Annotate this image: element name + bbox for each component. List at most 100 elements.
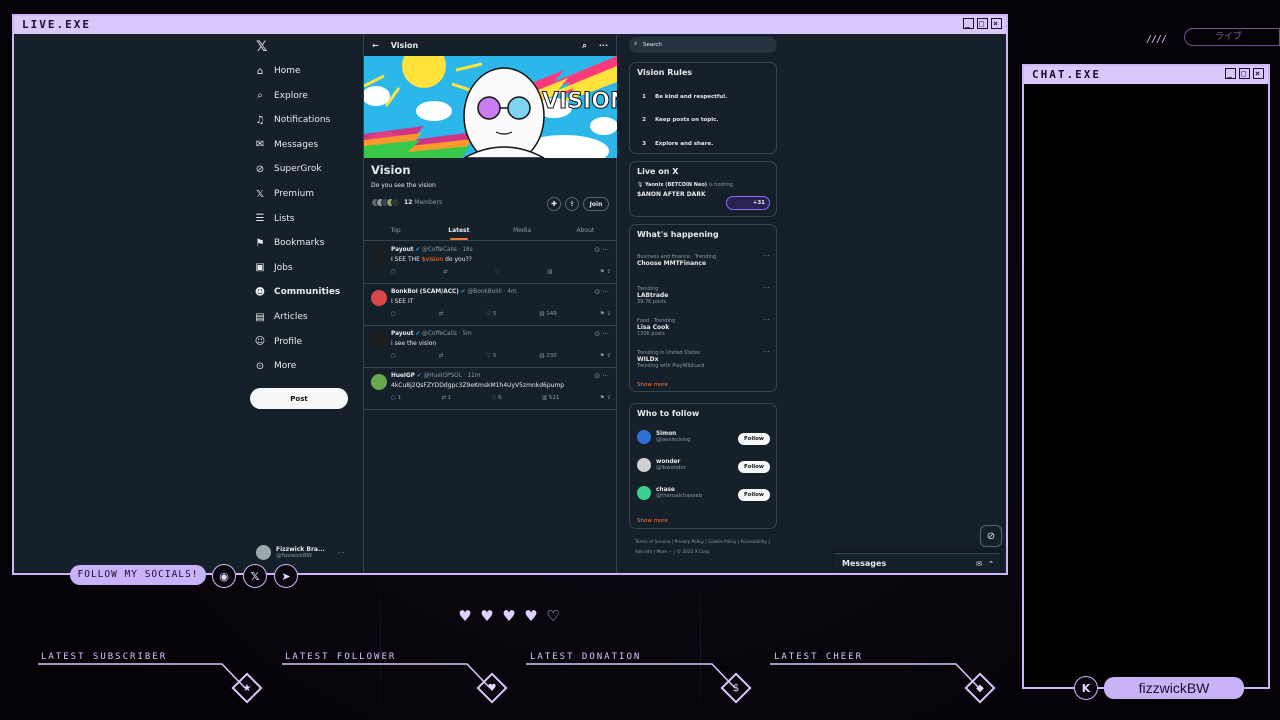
avatar[interactable] xyxy=(371,248,387,264)
repost-button[interactable]: ⇄ xyxy=(443,269,448,275)
kick-icon[interactable]: K xyxy=(1074,676,1098,700)
nav-item-messages[interactable]: ✉ Messages xyxy=(254,137,318,153)
pin-icon[interactable]: ✚ xyxy=(547,197,561,211)
live-card[interactable]: Live on X 🎙 Yaonix (BETCOIN Neo) is host… xyxy=(629,161,777,217)
footer-link[interactable]: Privacy Policy xyxy=(675,540,704,545)
nav-item-communities[interactable]: ☻ Communities xyxy=(254,284,341,300)
show-more-link[interactable]: Show more xyxy=(637,382,668,388)
avatar[interactable] xyxy=(371,332,387,348)
share-icon[interactable]: ⇪ xyxy=(565,197,579,211)
compose-icon[interactable]: ✉ xyxy=(976,554,982,573)
reply-button[interactable]: ○ 1 xyxy=(391,395,401,401)
back-arrow-icon[interactable]: ← xyxy=(372,41,379,50)
views-button[interactable]: ▥ xyxy=(547,269,552,275)
post-author[interactable]: HuelGP xyxy=(391,373,415,379)
views-button[interactable]: ▥ 521 xyxy=(542,395,559,401)
x-logo-icon[interactable]: 𝕏 xyxy=(256,39,267,55)
account-switcher[interactable]: Fizzwick Bra... @fizzwickBW ··· xyxy=(256,545,344,560)
footer-link[interactable]: Ads info xyxy=(635,550,652,555)
footer-link[interactable]: Accessibility xyxy=(741,540,767,545)
bookmark-icon[interactable]: ⚑ ⇪ xyxy=(600,269,611,275)
footer-link[interactable]: Terms of Service xyxy=(635,540,670,545)
telegram-icon[interactable]: ➤ xyxy=(274,564,298,588)
more-icon[interactable]: ⊙ ··· xyxy=(594,372,609,380)
views-button[interactable]: ▥ 230 xyxy=(539,353,556,359)
repost-button[interactable]: ⇄ 1 xyxy=(441,395,451,401)
like-button[interactable]: ♡ 5 xyxy=(486,353,496,359)
post[interactable]: Payout ✔ @CoffeCalls · 18s I SEE THE $vis… xyxy=(364,242,617,284)
post[interactable]: BonkBoi (SCAM/ACC) ✔ @BonkBoilll · 4m I S… xyxy=(364,284,617,326)
trend-item[interactable]: Business and finance · Trending Choose MM… xyxy=(637,252,770,267)
tab-top[interactable]: Top xyxy=(364,221,427,240)
discord-icon[interactable]: ◉ xyxy=(212,564,236,588)
nav-item-profile[interactable]: ☺ Profile xyxy=(254,334,302,350)
search-icon[interactable]: ⌕ xyxy=(582,41,586,51)
nav-item-lists[interactable]: ☰ Lists xyxy=(254,211,295,227)
follow-button[interactable]: Follow xyxy=(738,461,770,473)
bookmark-icon[interactable]: ⚑ ⇪ xyxy=(600,395,611,401)
nav-item-explore[interactable]: ⌕ Explore xyxy=(254,88,308,104)
tab-about[interactable]: About xyxy=(554,221,617,240)
follow-suggestion[interactable]: wonder @lbwonder xyxy=(637,458,686,472)
reply-icon: ○ xyxy=(391,311,396,317)
post[interactable]: HuelGP ✔ @HuelGPSOL · 11m 4kCu8j2QsFZYDDd… xyxy=(364,368,617,410)
nav-item-articles[interactable]: ▤ Articles xyxy=(254,309,307,325)
like-button[interactable]: ♡ 5 xyxy=(486,311,496,317)
follow-button[interactable]: Follow xyxy=(738,433,770,445)
more-icon[interactable]: ··· xyxy=(763,284,770,292)
footer-link[interactable]: More ··· xyxy=(656,550,672,555)
reply-button[interactable]: ○ xyxy=(391,269,396,275)
space-listeners[interactable]: +31 xyxy=(726,196,770,210)
x-icon[interactable]: 𝕏 xyxy=(243,564,267,588)
footer-link[interactable]: Cookie Policy xyxy=(708,540,736,545)
nav-item-home[interactable]: ⌂ Home xyxy=(254,63,301,79)
follow-suggestion[interactable]: Simon @lassiecking xyxy=(637,430,690,444)
more-icon[interactable]: ⊙ ··· xyxy=(594,330,609,338)
reply-button[interactable]: ○ xyxy=(391,353,396,359)
follow-suggestion[interactable]: chase @theroalchaseeb xyxy=(637,486,702,500)
avatar[interactable] xyxy=(371,290,387,306)
trend-item[interactable]: Trending in United States WILDx Trending w… xyxy=(637,348,770,369)
nav-item-bookmarks[interactable]: ⚑ Bookmarks xyxy=(254,235,325,251)
trend-item[interactable]: Trending LABtrade 39.7K posts ··· xyxy=(637,284,770,305)
nav-item-jobs[interactable]: ▣ Jobs xyxy=(254,260,292,276)
post-author[interactable]: Payout xyxy=(391,331,414,337)
grok-icon[interactable]: ⊘ xyxy=(980,525,1002,547)
post-button[interactable]: Post xyxy=(250,388,348,409)
more-icon[interactable]: ⊙ ··· xyxy=(594,288,609,296)
views-button[interactable]: ▥ 149 xyxy=(539,311,556,317)
bookmark-icon[interactable]: ⚑ ⇪ xyxy=(600,353,611,359)
post-author[interactable]: Payout xyxy=(391,247,414,253)
like-button[interactable]: ♡ xyxy=(495,269,500,275)
more-icon[interactable]: ··· xyxy=(763,316,770,324)
bookmark-icon[interactable]: ⚑ ⇪ xyxy=(600,311,611,317)
more-icon[interactable]: ··· xyxy=(763,348,770,356)
more-icon[interactable]: ··· xyxy=(763,252,770,260)
nav-item-notifications[interactable]: ♫ Notifications xyxy=(254,112,331,128)
avatar[interactable] xyxy=(371,374,387,390)
member-summary[interactable]: 12 Members xyxy=(371,198,442,207)
more-icon[interactable]: ⊙ ··· xyxy=(594,246,609,254)
show-more-link[interactable]: Show more xyxy=(637,518,668,524)
like-button[interactable]: ♡ 6 xyxy=(491,395,501,401)
more-icon[interactable]: ··· xyxy=(599,41,608,50)
follow-button[interactable]: Follow xyxy=(738,489,770,501)
repost-button[interactable]: ⇄ xyxy=(439,311,444,317)
nav-item-more[interactable]: ⊙ More xyxy=(254,358,297,374)
repost-button[interactable]: ⇄ xyxy=(439,353,444,359)
join-button[interactable]: Join xyxy=(583,197,609,211)
footer-link[interactable]: © 2025 X Corp. xyxy=(677,550,711,555)
reply-button[interactable]: ○ xyxy=(391,311,396,317)
tab-latest[interactable]: Latest xyxy=(427,221,490,240)
nav-item-supergrok[interactable]: ⊘ SuperGrok xyxy=(254,161,322,177)
cashtag-link[interactable]: $vision xyxy=(422,256,443,263)
post-author[interactable]: BonkBoi (SCAM/ACC) xyxy=(391,289,459,295)
more-icon[interactable]: ··· xyxy=(338,549,345,557)
search-input[interactable]: Search xyxy=(629,37,777,53)
tab-media[interactable]: Media xyxy=(491,221,554,240)
post[interactable]: Payout ✔ @CoffeCalls · 5m i see the visio… xyxy=(364,326,617,368)
chevron-up-icon[interactable]: ⌃ xyxy=(988,554,994,573)
messages-drawer[interactable]: Messages ✉ ⌃ xyxy=(834,553,1000,573)
trend-item[interactable]: Food · Trending Lisa Cook 130K posts ··· xyxy=(637,316,770,337)
nav-item-premium[interactable]: 𝕏 Premium xyxy=(254,186,314,202)
